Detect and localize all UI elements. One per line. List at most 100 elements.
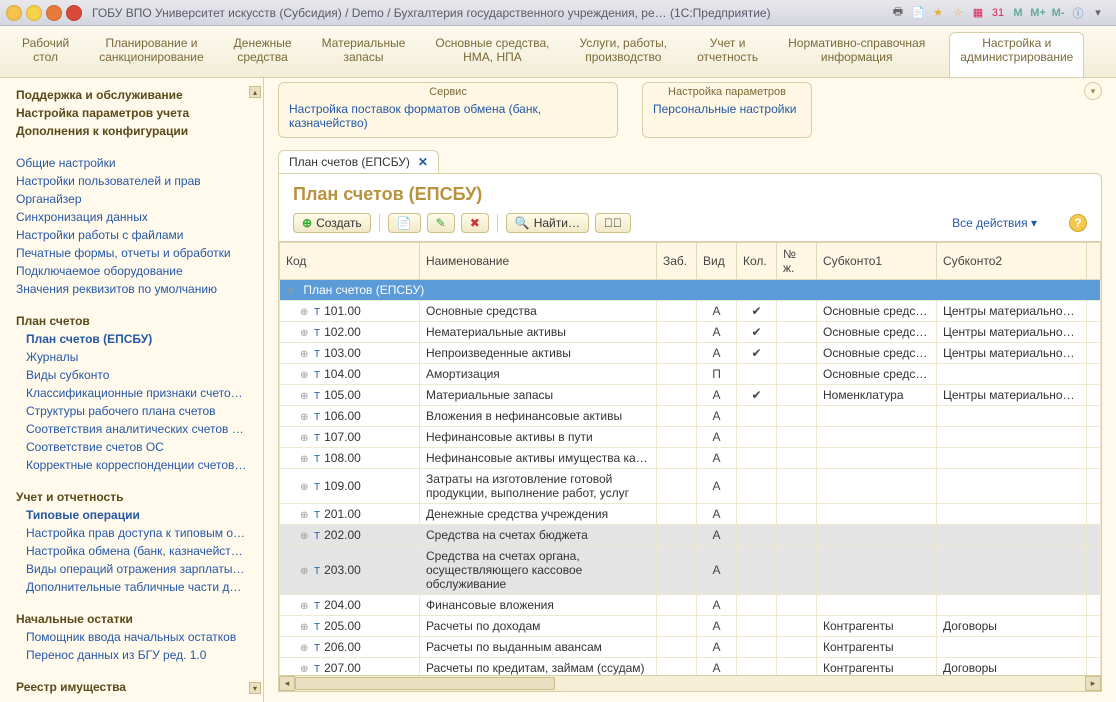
sb-uot-1[interactable]: Настройка прав доступа к типовым о… <box>6 524 257 542</box>
find-button[interactable]: 🔍Найти… <box>506 213 589 233</box>
sb-plan-2[interactable]: Виды субконто <box>6 366 257 384</box>
table-row[interactable]: ⊕Т101.00Основные средстваА✔Основные сред… <box>280 301 1101 322</box>
sb-item1-4[interactable]: Настройки работы с файлами <box>6 226 257 244</box>
h-scrollbar[interactable]: ◂ ▸ <box>279 675 1101 691</box>
clear-filter-button[interactable]: 🔍⃠ <box>595 213 631 233</box>
params-box: Настройка параметров Персональные настро… <box>642 82 812 138</box>
maximize-icon[interactable] <box>46 5 62 21</box>
scroll-up-icon[interactable]: ▴ <box>249 86 261 98</box>
table-row[interactable]: ⊕Т103.00Непроизведенные активыА✔Основные… <box>280 343 1101 364</box>
sb-item1-1[interactable]: Настройки пользователей и прав <box>6 172 257 190</box>
sb-no-1[interactable]: Перенос данных из БГУ ред. 1.0 <box>6 646 257 664</box>
m-plus-btn[interactable]: M+ <box>1030 5 1046 21</box>
sb-plan-4[interactable]: Структуры рабочего плана счетов <box>6 402 257 420</box>
grid[interactable]: КодНаименованиеЗаб.ВидКол.№ ж.Субконто1С… <box>279 241 1101 675</box>
sb-item1-3[interactable]: Синхронизация данных <box>6 208 257 226</box>
personal-settings-link[interactable]: Персональные настройки <box>653 101 801 117</box>
sb-plan-0[interactable]: План счетов (ЕПСБУ) <box>6 330 257 348</box>
sb-item1-2[interactable]: Органайзер <box>6 190 257 208</box>
sb-no-0[interactable]: Помощник ввода начальных остатков <box>6 628 257 646</box>
nav-item-5[interactable]: Услуги, работы,производство <box>573 32 673 77</box>
edit-button[interactable]: ✎ <box>427 213 455 233</box>
sb-uot-4[interactable]: Дополнительные табличные части до… <box>6 578 257 596</box>
doc-icon[interactable]: 📄 <box>910 5 926 21</box>
table-row[interactable]: ⊖ План счетов (ЕПСБУ) <box>280 280 1101 301</box>
col-3[interactable]: Вид <box>697 243 737 280</box>
scroll-right-icon[interactable]: ▸ <box>1085 676 1101 691</box>
calendar-icon[interactable]: 31 <box>990 5 1006 21</box>
sb-head-ri[interactable]: Реестр имущества <box>6 678 257 696</box>
sb-plan-1[interactable]: Журналы <box>6 348 257 366</box>
all-actions-button[interactable]: Все действия ▾ <box>952 216 1063 230</box>
scroll-thumb[interactable] <box>295 677 555 690</box>
col-7[interactable]: Субконто2 <box>937 243 1087 280</box>
table-row[interactable]: ⊕Т107.00Нефинансовые активы в путиА <box>280 427 1101 448</box>
table-row[interactable]: ⊕Т102.00Нематериальные активыА✔Основные … <box>280 322 1101 343</box>
nav-item-6[interactable]: Учет иотчетность <box>691 32 764 77</box>
sb-item1-5[interactable]: Печатные формы, отчеты и обработки <box>6 244 257 262</box>
tab-plan-schetov[interactable]: План счетов (ЕПСБУ) ✕ <box>278 150 439 173</box>
sb-head-uot[interactable]: Учет и отчетность <box>6 488 257 506</box>
table-row[interactable]: ⊕Т204.00Финансовые вложенияА <box>280 595 1101 616</box>
sb-item1-0[interactable]: Общие настройки <box>6 154 257 172</box>
table-row[interactable]: ⊕Т205.00Расчеты по доходамАКонтрагентыДо… <box>280 616 1101 637</box>
sb-plan-7[interactable]: Корректные корреспонденции счетов… <box>6 456 257 474</box>
nav-item-1[interactable]: Планирование исанкционирование <box>93 32 209 77</box>
sb-head-plan[interactable]: План счетов <box>6 312 257 330</box>
table-row[interactable]: ⊕Т109.00Затраты на изготовление готовой … <box>280 469 1101 504</box>
table-row[interactable]: ⊕Т108.00Нефинансовые активы имущества ка… <box>280 448 1101 469</box>
scroll-down-icon[interactable]: ▾ <box>249 682 261 694</box>
nav-item-3[interactable]: Материальныезапасы <box>316 32 412 77</box>
delete-button[interactable]: ✖ <box>461 213 489 233</box>
minimize-icon[interactable] <box>26 5 42 21</box>
service-link-formats[interactable]: Настройка поставок форматов обмена (банк… <box>289 101 607 131</box>
sb-item1-7[interactable]: Значения реквизитов по умолчанию <box>6 280 257 298</box>
table-row[interactable]: ⊕Т105.00Материальные запасыА✔Номенклатур… <box>280 385 1101 406</box>
sb-plan-3[interactable]: Классификационные признаки счето… <box>6 384 257 402</box>
calc-icon[interactable]: ▦ <box>970 5 986 21</box>
sb-head-2[interactable]: Дополнения к конфигурации <box>6 122 257 140</box>
star-icon[interactable]: ★ <box>930 5 946 21</box>
sb-uot-0[interactable]: Типовые операции <box>6 506 257 524</box>
col-5[interactable]: № ж. <box>777 243 817 280</box>
col-0[interactable]: Код <box>280 243 420 280</box>
collapse-panel-icon[interactable]: ▾ <box>1084 82 1102 100</box>
close-icon[interactable] <box>66 5 82 21</box>
dropdown-icon[interactable]: ▾ <box>1090 5 1106 21</box>
table-row[interactable]: ⊕Т206.00Расчеты по выданным авансамАКонт… <box>280 637 1101 658</box>
table-row[interactable]: ⊕Т201.00Денежные средства учрежденияА <box>280 504 1101 525</box>
m-btn[interactable]: M <box>1010 5 1026 21</box>
bookmark-icon[interactable]: ☆ <box>950 5 966 21</box>
nav-item-4[interactable]: Основные средства,НМА, НПА <box>429 32 555 77</box>
col-2[interactable]: Заб. <box>657 243 697 280</box>
info-icon[interactable]: ⓘ <box>1070 5 1086 21</box>
sb-plan-5[interactable]: Соответствия аналитических счетов … <box>6 420 257 438</box>
create-button[interactable]: ⊕Создать <box>293 213 371 233</box>
nav-item-7[interactable]: Нормативно-справочнаяинформация <box>782 32 931 77</box>
sb-uot-2[interactable]: Настройка обмена (банк, казначейст… <box>6 542 257 560</box>
col-6[interactable]: Субконто1 <box>817 243 937 280</box>
sb-item1-6[interactable]: Подключаемое оборудование <box>6 262 257 280</box>
nav-item-0[interactable]: Рабочийстол <box>16 32 75 77</box>
table-row[interactable]: ⊕Т106.00Вложения в нефинансовые активыА <box>280 406 1101 427</box>
table-row[interactable]: ⊕Т104.00АмортизацияПОсновные средства <box>280 364 1101 385</box>
nav-item-2[interactable]: Денежныесредства <box>228 32 298 77</box>
sb-head-0[interactable]: Поддержка и обслуживание <box>6 86 257 104</box>
copy-button[interactable]: 📄 <box>388 213 421 233</box>
help-icon[interactable]: ? <box>1069 214 1087 232</box>
sb-head-1[interactable]: Настройка параметров учета <box>6 104 257 122</box>
table-row[interactable]: ⊕Т203.00Средства на счетах органа, осуще… <box>280 546 1101 595</box>
tab-close-icon[interactable]: ✕ <box>418 155 428 169</box>
scroll-left-icon[interactable]: ◂ <box>279 676 295 691</box>
sidebar-scrollbar[interactable]: ▴ ▾ <box>249 86 261 694</box>
print-icon[interactable]: 🖶 <box>890 5 906 21</box>
table-row[interactable]: ⊕Т207.00Расчеты по кредитам, займам (ссу… <box>280 658 1101 676</box>
nav-item-8[interactable]: Настройка иадминистрирование <box>949 32 1084 77</box>
sb-plan-6[interactable]: Соответствие счетов ОС <box>6 438 257 456</box>
col-1[interactable]: Наименование <box>420 243 657 280</box>
table-row[interactable]: ⊕Т202.00Средства на счетах бюджетаА <box>280 525 1101 546</box>
m-minus-btn[interactable]: M- <box>1050 5 1066 21</box>
col-4[interactable]: Кол. <box>737 243 777 280</box>
sb-head-no[interactable]: Начальные остатки <box>6 610 257 628</box>
sb-uot-3[interactable]: Виды операций отражения зарплаты … <box>6 560 257 578</box>
